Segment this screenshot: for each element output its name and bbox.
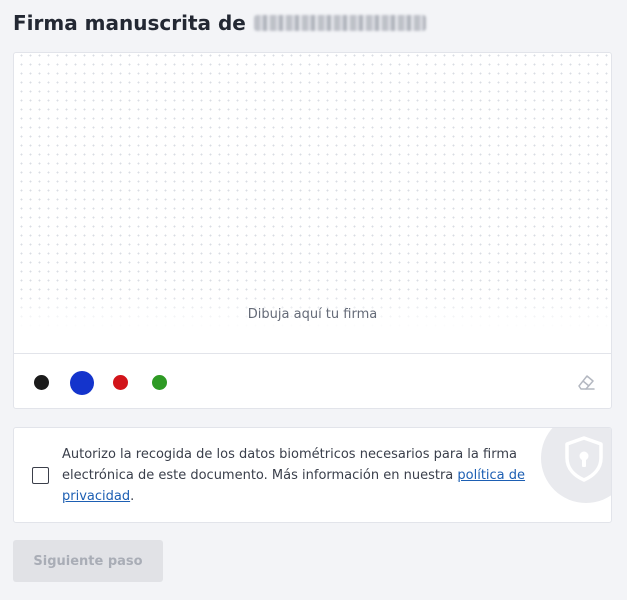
biometric-consent-card: Autorizo la recogida de los datos biomét… [13, 427, 612, 523]
color-blue-button[interactable] [70, 371, 94, 395]
color-red-button[interactable] [113, 375, 128, 390]
signature-card: Dibuja aquí tu firma [13, 52, 612, 409]
page-title-text: Firma manuscrita de [13, 11, 246, 35]
signature-hint: Dibuja aquí tu firma [247, 307, 378, 322]
signature-toolbar [14, 353, 611, 409]
consent-checkbox[interactable] [32, 467, 49, 484]
signature-page: Firma manuscrita de Dibuja aquí tu firma [0, 0, 627, 600]
eraser-icon[interactable] [575, 371, 597, 393]
color-green-button[interactable] [152, 375, 167, 390]
shield-lock-icon [559, 432, 609, 486]
color-black-button[interactable] [34, 375, 49, 390]
next-step-button[interactable]: Siguiente paso [13, 540, 163, 582]
consent-text: Autorizo la recogida de los datos biomét… [62, 444, 542, 507]
consent-text-end: . [130, 489, 135, 504]
consent-text-body: Autorizo la recogida de los datos biomét… [62, 447, 517, 483]
signer-name-redacted [253, 15, 426, 31]
page-title: Firma manuscrita de [13, 11, 426, 35]
